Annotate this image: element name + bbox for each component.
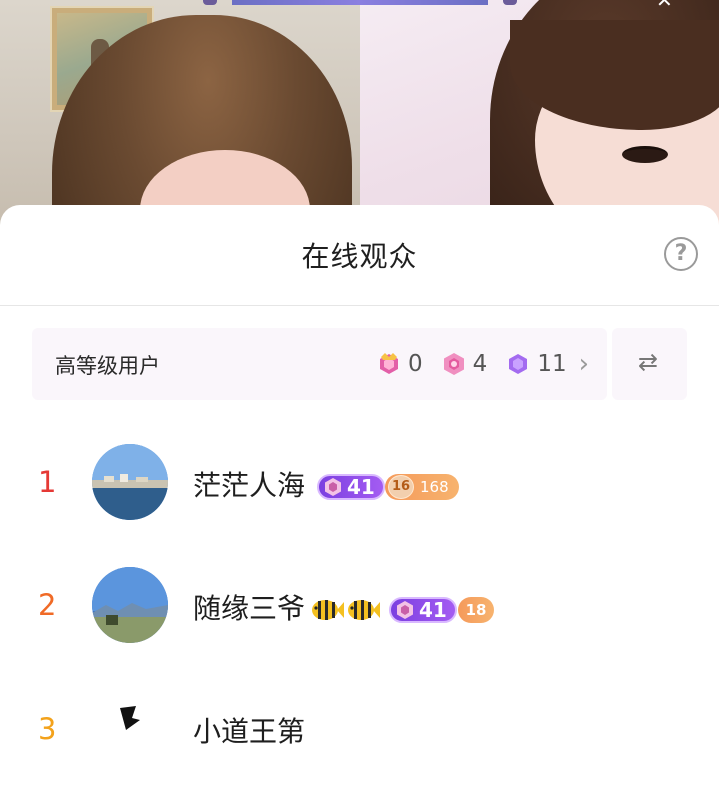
viewer-name: 茫茫人海 bbox=[193, 469, 306, 502]
right-camera-feed bbox=[360, 0, 719, 230]
swap-arrows-icon: ⇄ bbox=[638, 348, 659, 376]
viewer-name: 随缘三爷 bbox=[193, 592, 306, 625]
viewer-rank: 2 bbox=[38, 588, 57, 622]
live-video-area[interactable]: ✕ bbox=[0, 0, 719, 230]
chevron-right-icon: › bbox=[578, 349, 589, 379]
high-level-users-filter[interactable]: 高等级用户 0 4 11 › bbox=[32, 328, 607, 400]
close-icon[interactable]: ✕ bbox=[656, 0, 673, 10]
crown-gem-count: 0 bbox=[408, 351, 423, 377]
top-bar-left-edge bbox=[203, 0, 217, 5]
fan-club-level: 16 bbox=[388, 475, 414, 499]
level-counts: 0 4 11 › bbox=[368, 348, 589, 380]
fish-badge-icon bbox=[310, 597, 344, 623]
fish-badge-icon bbox=[346, 597, 380, 623]
crown-gem-icon bbox=[376, 351, 402, 377]
sort-toggle-button[interactable]: ⇄ bbox=[612, 328, 687, 400]
level-gem-icon bbox=[325, 478, 341, 496]
sheet-title: 在线观众 bbox=[301, 240, 418, 273]
online-audience-sheet: 在线观众 ? 高等级用户 0 4 11 › ⇄ 1 茫茫人海 41 16 168… bbox=[0, 205, 719, 766]
fan-club-badge: 16 168 bbox=[385, 474, 459, 500]
help-icon[interactable]: ? bbox=[664, 237, 698, 271]
viewer-row[interactable]: 3 小道王第 bbox=[0, 690, 719, 790]
viewer-row[interactable]: 2 随缘三爷 41 18 bbox=[0, 567, 719, 667]
user-level-value: 41 bbox=[347, 475, 375, 499]
pk-progress-banner bbox=[232, 0, 488, 5]
left-camera-feed bbox=[0, 0, 360, 230]
user-level-badge: 41 bbox=[317, 474, 385, 500]
viewer-row[interactable]: 1 茫茫人海 41 16 168 bbox=[0, 444, 719, 544]
fan-club-badge: 18 bbox=[458, 597, 494, 623]
level-gem-icon bbox=[397, 601, 413, 619]
viewer-name: 小道王第 bbox=[193, 715, 306, 748]
sheet-header: 在线观众 ? bbox=[0, 205, 719, 306]
high-level-users-label: 高等级用户 bbox=[55, 354, 160, 378]
purple-gem-icon bbox=[505, 351, 531, 377]
purple-gem-count: 11 bbox=[537, 351, 567, 377]
pink-gem-icon bbox=[441, 351, 467, 377]
avatar[interactable] bbox=[92, 690, 168, 766]
viewer-rank: 1 bbox=[38, 465, 57, 499]
user-level-badge: 41 bbox=[389, 597, 457, 623]
streamer-right-eye bbox=[622, 146, 668, 163]
avatar[interactable] bbox=[92, 567, 168, 643]
top-bar-right-edge bbox=[503, 0, 517, 5]
avatar[interactable] bbox=[92, 444, 168, 520]
viewer-rank: 3 bbox=[38, 712, 57, 746]
fan-club-score: 168 bbox=[420, 478, 449, 496]
user-level-value: 41 bbox=[419, 598, 447, 622]
pink-gem-count: 4 bbox=[472, 351, 488, 377]
